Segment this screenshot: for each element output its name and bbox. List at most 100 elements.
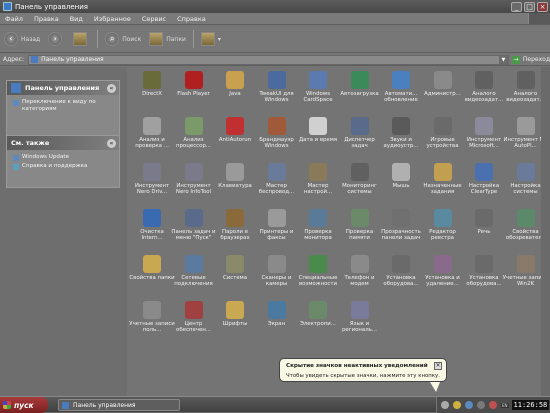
search-button[interactable]: ⌕ Поиск xyxy=(105,32,141,46)
control-panel-item[interactable]: DirectX xyxy=(132,71,172,111)
menu-file[interactable]: Файл xyxy=(5,15,23,23)
control-panel-item[interactable]: Электропи... xyxy=(298,301,338,341)
notification-balloon[interactable]: Скрытие значков неактивных уведомлений Ч… xyxy=(279,358,447,392)
control-panel-item[interactable]: Свойства папки xyxy=(129,255,175,295)
balloon-close-button[interactable]: ✕ xyxy=(434,362,442,370)
control-panel-item[interactable]: Инструмент Nero InfoTool xyxy=(174,163,214,203)
tray-security-icon[interactable] xyxy=(453,401,461,409)
control-panel-item[interactable]: Назначенные задания xyxy=(423,163,463,203)
control-panel-item[interactable]: Учетные записи поль... xyxy=(129,301,175,341)
panel-header[interactable]: См. также « xyxy=(7,136,119,150)
control-panel-item[interactable]: Мастер беспровод... xyxy=(257,163,297,203)
forward-button[interactable]: › xyxy=(48,32,65,46)
back-button[interactable]: ‹ Назад xyxy=(4,32,40,46)
control-panel-item[interactable]: Сетевые подключения xyxy=(174,255,214,295)
up-button[interactable] xyxy=(73,32,90,46)
control-panel-item[interactable]: Инструмент Microsoft... xyxy=(464,117,504,157)
menu-edit[interactable]: Правка xyxy=(34,15,59,23)
menu-view[interactable]: Вид xyxy=(70,15,83,23)
control-panel-item[interactable]: Клавиатура xyxy=(215,163,255,203)
go-button[interactable]: → Переход xyxy=(511,55,550,64)
maximize-button[interactable]: □ xyxy=(524,1,535,12)
tray-volume-icon[interactable] xyxy=(477,401,485,409)
item-label: TweakUI для Windows xyxy=(259,91,294,104)
control-panel-item[interactable]: Звуки и аудиоустр... xyxy=(381,117,421,157)
tray-network-icon[interactable] xyxy=(465,401,473,409)
control-panel-item[interactable]: Аналого видеозадат... xyxy=(464,71,504,111)
clock[interactable]: 11:26:58 xyxy=(511,400,550,410)
control-panel-item[interactable]: Центр обеспечен... xyxy=(174,301,214,341)
panel-header[interactable]: Панель управления « xyxy=(7,81,119,95)
windows-update-link[interactable]: Windows Update xyxy=(13,154,115,161)
menu-help[interactable]: Справка xyxy=(177,15,206,23)
control-panel-item[interactable]: Специальные возможности xyxy=(298,255,338,295)
control-panel-item[interactable]: Сканеры и камеры xyxy=(257,255,297,295)
address-input[interactable]: Панель управления ▼ xyxy=(28,54,509,65)
nero-icon xyxy=(143,163,161,181)
folders-button[interactable]: Папки xyxy=(149,32,186,46)
control-panel-item[interactable]: Телефон и модем xyxy=(340,255,380,295)
collapse-chevron-icon[interactable]: « xyxy=(107,83,116,93)
close-button[interactable]: × xyxy=(537,1,548,12)
control-panel-item[interactable]: Настройка системы xyxy=(506,163,546,203)
control-panel-item[interactable]: Инструмент MS AutoPl... xyxy=(503,117,548,157)
control-panel-item[interactable]: Анализ и проверка ... xyxy=(132,117,172,157)
control-panel-item[interactable]: Принтеры и факсы xyxy=(257,209,297,249)
memory-icon xyxy=(350,209,369,227)
control-panel-item[interactable]: Редактор реестра xyxy=(423,209,463,249)
control-panel-item[interactable]: Диспетчер задач xyxy=(340,117,380,157)
control-panel-item[interactable]: Автомати... обновление xyxy=(381,71,421,111)
control-panel-item[interactable]: Java xyxy=(215,71,255,111)
control-panel-item[interactable]: Дата и время xyxy=(298,117,338,157)
show-hidden-icons-button[interactable] xyxy=(441,401,449,409)
start-button[interactable]: пуск xyxy=(0,397,48,413)
control-panel-item[interactable]: AntiAutorun xyxy=(215,117,255,157)
control-panel-item[interactable]: Инструмент Nero Driv... xyxy=(132,163,172,203)
control-panel-item[interactable]: Настройка ClearType xyxy=(464,163,504,203)
control-panel-item[interactable]: Анализ процессор... xyxy=(174,117,214,157)
control-panel-item[interactable]: Проверка памяти xyxy=(340,209,380,249)
control-panel-item[interactable]: Шрифты xyxy=(215,301,255,341)
control-panel-item[interactable]: Экран xyxy=(257,301,297,341)
control-panel-item[interactable]: Установка оборудова... xyxy=(464,255,504,295)
control-panel-item[interactable]: Система xyxy=(215,255,255,295)
control-panel-item[interactable]: Установка оборудова... xyxy=(381,255,421,295)
views-button[interactable]: ▾ xyxy=(200,32,221,46)
control-panel-item[interactable]: Мышь xyxy=(381,163,421,203)
item-label: Клавиатура xyxy=(218,183,252,189)
control-panel-item[interactable]: Свойства обозревателя xyxy=(506,209,546,249)
control-panel-item[interactable]: Мастер настрой... xyxy=(298,163,338,203)
control-panel-item[interactable]: Windows CardSpace xyxy=(298,71,338,111)
collapse-chevron-icon[interactable]: « xyxy=(107,138,116,148)
help-support-link[interactable]: Справка и поддержка xyxy=(13,163,115,170)
control-panel-item[interactable]: Язык и региональ... xyxy=(340,301,380,341)
switch-category-view-link[interactable]: Переключение к виду по категориям xyxy=(13,99,115,113)
control-panel-item[interactable]: Пароли в браузерах xyxy=(215,209,255,249)
menu-tools[interactable]: Сервис xyxy=(142,15,166,23)
language-indicator[interactable]: EN xyxy=(501,402,509,408)
control-panel-item[interactable]: TweakUI для Windows xyxy=(257,71,297,111)
tray-app-icon[interactable] xyxy=(489,401,497,409)
control-panel-item[interactable]: Мониторинг системы xyxy=(340,163,380,203)
title-bar[interactable]: Панель управления _ □ × xyxy=(0,0,550,13)
control-panel-item[interactable]: Брандмауэр Windows xyxy=(257,117,297,157)
control-panel-item[interactable]: Администр... xyxy=(423,71,463,111)
taskbar-button-control-panel[interactable]: Панель управления xyxy=(58,399,180,411)
control-panel-item[interactable]: Проверка монитора xyxy=(298,209,338,249)
control-panel-item[interactable]: Автозагрузка xyxy=(340,71,380,111)
vertical-scrollbar[interactable] xyxy=(541,67,550,396)
control-panel-item[interactable]: Учетные записи Win2K xyxy=(503,255,548,295)
address-dropdown-icon[interactable]: ▼ xyxy=(498,55,508,64)
control-panel-item[interactable]: Речь xyxy=(464,209,504,249)
control-panel-item[interactable]: Игровые устройства xyxy=(423,117,463,157)
control-panel-item[interactable]: Flash Player xyxy=(174,71,214,111)
video-icon xyxy=(516,71,535,89)
control-panel-item[interactable]: Очистка Intern... xyxy=(132,209,172,249)
control-panel-item[interactable]: Аналого видеозадат... xyxy=(506,71,546,111)
control-panel-item[interactable]: Панель задач и меню "Пуск" xyxy=(171,209,216,249)
menu-favorites[interactable]: Избранное xyxy=(94,15,131,23)
minimize-button[interactable]: _ xyxy=(511,1,522,12)
item-label: Windows CardSpace xyxy=(303,91,333,104)
control-panel-item[interactable]: Прозрачность панели задач xyxy=(381,209,421,249)
control-panel-item[interactable]: Установка и удаление... xyxy=(423,255,463,295)
